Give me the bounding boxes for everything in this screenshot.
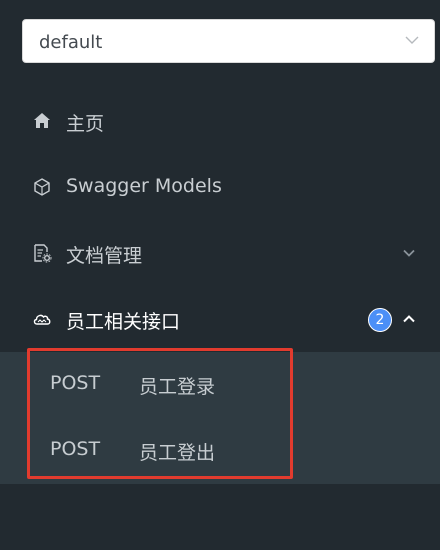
menu-item-label: Swagger Models <box>66 175 222 197</box>
chevron-down-icon <box>403 249 415 257</box>
menu-item-doc-management[interactable]: 文档管理 <box>0 220 440 286</box>
submenu-item-login[interactable]: POST 员工登录 <box>0 352 440 418</box>
endpoint-name: 员工登录 <box>139 376 216 398</box>
menu-item-home[interactable]: 主页 <box>0 88 440 154</box>
http-method-label: POST <box>50 372 101 394</box>
chevron-up-icon <box>403 315 415 323</box>
chevron-down-icon <box>405 36 419 44</box>
endpoint-name: 员工登出 <box>139 442 216 464</box>
menu-item-label: 文档管理 <box>66 245 143 267</box>
submenu-item-logout[interactable]: POST 员工登出 <box>0 418 440 484</box>
cube-icon <box>34 178 50 196</box>
menu-item-swagger-models[interactable]: Swagger Models <box>0 154 440 220</box>
group-select[interactable]: default <box>22 19 435 63</box>
http-method-label: POST <box>50 438 101 460</box>
submenu-employee-api: POST 员工登录 POST 员工登出 <box>0 352 440 484</box>
document-settings-icon <box>34 244 52 263</box>
cloud-icon <box>33 314 51 325</box>
menu-item-label: 主页 <box>66 113 105 135</box>
count-badge: 2 <box>368 308 392 332</box>
menu-item-label: 员工相关接口 <box>66 311 181 333</box>
group-select-value: default <box>39 32 103 53</box>
home-icon <box>34 113 50 128</box>
